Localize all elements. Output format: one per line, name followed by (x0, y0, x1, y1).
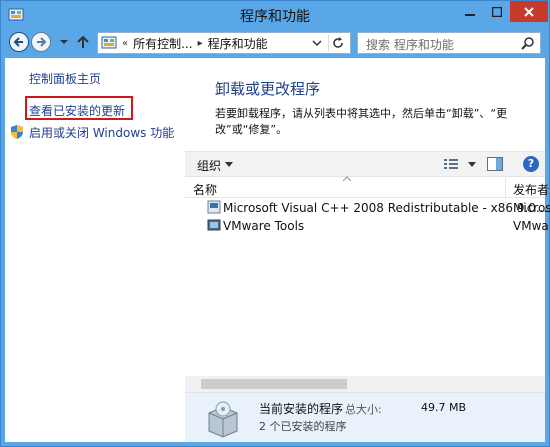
search-icon[interactable] (521, 36, 535, 50)
recent-locations-icon[interactable] (57, 35, 71, 49)
help-icon[interactable]: ? (523, 156, 539, 172)
list-item[interactable]: Microsoft Visual C++ 2008 Redistributabl… (185, 199, 550, 217)
program-publisher: Micros (513, 201, 550, 215)
close-icon (524, 6, 534, 17)
details-pane: 当前安装的程序 总大小: 49.7 MB 2 个已安装的程序 (185, 392, 545, 442)
back-button[interactable] (9, 32, 29, 52)
sort-ascending-icon (343, 176, 351, 182)
organize-button[interactable]: 组织 (197, 157, 221, 174)
column-header-publisher[interactable]: 发布者 (513, 181, 549, 198)
maximize-icon (491, 6, 502, 17)
chevron-down-icon[interactable] (225, 162, 233, 168)
chevron-down-icon[interactable] (468, 162, 476, 168)
left-task-pane: 控制面板主页 查看已安装的更新 启用或关闭 Windows 功能 (5, 58, 185, 442)
horizontal-scrollbar[interactable] (185, 376, 545, 392)
navigation-bar: « 所有控制... ▸ 程序和功能 搜索 程序和功能 (5, 31, 545, 55)
breadcrumb-programs-and-features[interactable]: 程序和功能 (208, 35, 268, 52)
close-button[interactable] (510, 1, 548, 22)
total-size-value: 49.7 MB (421, 401, 467, 414)
program-name: VMware Tools (223, 219, 305, 233)
column-divider[interactable] (505, 178, 506, 198)
search-placeholder: 搜索 程序和功能 (366, 38, 454, 52)
client-area: 控制面板主页 查看已安装的更新 启用或关闭 Windows 功能 卸载或更改程序… (5, 58, 550, 442)
search-input[interactable]: 搜索 程序和功能 (357, 32, 541, 54)
maximize-button[interactable] (483, 1, 510, 22)
up-arrow-icon[interactable] (75, 34, 91, 50)
forward-arrow-icon (37, 37, 47, 47)
turn-windows-features-link[interactable]: 启用或关闭 Windows 功能 (29, 124, 174, 141)
installed-programs-title: 当前安装的程序 (259, 402, 344, 416)
view-installed-updates-link[interactable]: 查看已安装的更新 (29, 102, 125, 119)
scrollbar-thumb[interactable] (201, 379, 347, 389)
programs-box-icon (208, 401, 238, 438)
forward-button[interactable] (31, 32, 51, 52)
refresh-button[interactable] (328, 35, 346, 51)
view-options-icon[interactable] (443, 157, 459, 171)
program-name: Microsoft Visual C++ 2008 Redistributabl… (223, 201, 550, 215)
page-title: 卸载或更改程序 (215, 80, 321, 98)
vmware-icon (207, 219, 221, 231)
breadcrumb-all-control-panel[interactable]: 所有控制... (133, 35, 192, 52)
total-size-label: 总大小: (345, 403, 382, 416)
preview-pane-icon[interactable] (487, 157, 503, 171)
window: 程序和功能 « 所有控制... ▸ 程序和功能 搜索 程序和功能 控制面板主页 … (0, 0, 550, 447)
list-column-header: 名称 发布者 (185, 176, 549, 198)
title-bar: 程序和功能 (1, 1, 549, 31)
refresh-icon (332, 37, 343, 48)
control-panel-icon (101, 36, 117, 49)
column-header-name[interactable]: 名称 (193, 181, 217, 198)
breadcrumb-overflow[interactable]: « (122, 38, 128, 49)
program-publisher: VMwa (513, 219, 549, 233)
minimize-button[interactable] (456, 1, 483, 22)
chevron-right-icon[interactable]: ▸ (198, 38, 203, 49)
command-bar: 组织 ? (185, 151, 545, 177)
content-pane: 卸载或更改程序 若要卸载程序，请从列表中将其选中，然后单击“卸载”、“更改”或“… (185, 58, 550, 442)
page-description: 若要卸载程序，请从列表中将其选中，然后单击“卸载”、“更改”或“修复”。 (215, 107, 508, 136)
address-bar[interactable]: « 所有控制... ▸ 程序和功能 (97, 32, 351, 54)
minimize-icon (464, 13, 475, 16)
back-arrow-icon (13, 37, 23, 47)
installer-icon (207, 200, 221, 214)
list-item[interactable]: VMware Tools VMwa (185, 217, 549, 235)
installed-count: 2 个已安装的程序 (259, 420, 347, 433)
control-panel-home-link[interactable]: 控制面板主页 (29, 70, 101, 87)
shield-icon (11, 125, 23, 139)
chevron-down-icon[interactable] (312, 38, 322, 48)
